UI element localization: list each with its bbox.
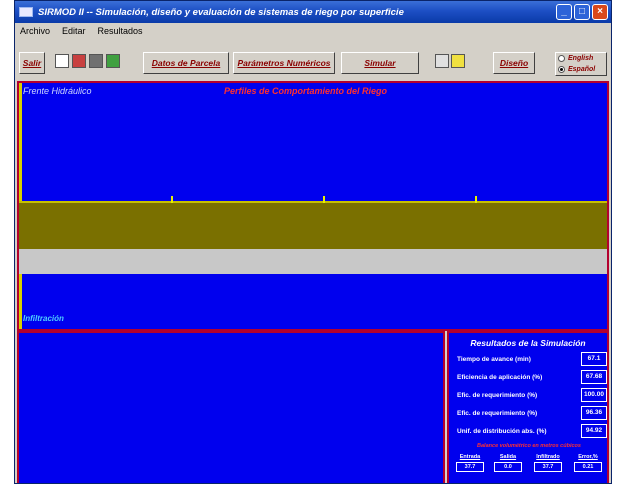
stat-value: 0.21 <box>574 462 602 472</box>
app-window: SIRMOD II -- Simulación, diseño y evalua… <box>14 0 612 484</box>
result-row: Eficiencia de aplicación (%) 67.68 <box>457 369 607 385</box>
help-icon[interactable] <box>435 54 449 68</box>
canvas-title: Perfiles de Comportamiento del Riego <box>224 86 388 96</box>
stat-value: 0.0 <box>494 462 522 472</box>
stat-label: Entrada <box>459 454 481 460</box>
stat-salida: Salida 0.0 <box>493 454 523 472</box>
lang-espanol-label: Español <box>568 66 596 73</box>
simulation-canvas: Frente Hidráulico Perfiles de Comportami… <box>17 81 609 331</box>
result-row: Efic. de requerimiento (%) 100.00 <box>457 387 607 403</box>
stat-value: 37.7 <box>456 462 484 472</box>
result-row: Tiempo de avance (min) 67.1 <box>457 351 607 367</box>
result-value: 100.00 <box>581 388 607 402</box>
result-row: Unif. de distribución abs. (%) 94.92 <box>457 423 607 439</box>
window-title: SIRMOD II -- Simulación, diseño y evalua… <box>38 6 404 18</box>
espanol-radio[interactable] <box>558 66 565 73</box>
stat-label: Infiltrado <box>536 454 560 460</box>
title-bar: SIRMOD II -- Simulación, diseño y evalua… <box>15 1 611 23</box>
result-value: 67.68 <box>581 370 607 384</box>
menu-archivo[interactable]: Archivo <box>20 26 50 36</box>
menu-editar[interactable]: Editar <box>62 26 86 36</box>
minimize-button[interactable]: _ <box>556 4 572 20</box>
result-value: 96.36 <box>581 406 607 420</box>
diseno-button[interactable]: Diseño <box>493 52 535 74</box>
stat-value: 37.7 <box>534 462 562 472</box>
lang-english-label: English <box>568 55 594 62</box>
parametros-numericos-button[interactable]: Parámetros Numéricos <box>233 52 335 74</box>
stat-label: Error,% <box>578 454 598 460</box>
soil-profile-band <box>19 203 607 249</box>
toolbar: Salir Datos de Parcela Parámetros Numéri… <box>15 49 611 79</box>
stat-label: Salida <box>499 454 517 460</box>
menu-bar: Archivo Editar Resultados <box>15 23 611 39</box>
new-file-icon[interactable] <box>55 54 69 68</box>
language-selector: English Español <box>555 52 607 76</box>
salir-button[interactable]: Salir <box>19 52 45 74</box>
results-panel: Resultados de la Simulación Tiempo de av… <box>447 331 609 483</box>
datos-parcela-button[interactable]: Datos de Parcela <box>143 52 229 74</box>
open-file-icon[interactable] <box>72 54 86 68</box>
result-label: Eficiencia de aplicación (%) <box>457 373 543 381</box>
volume-balance-title: Balance volumétrico en metros cúbicos <box>477 443 581 449</box>
lightbulb-icon[interactable] <box>451 54 465 68</box>
result-row: Efic. de requerimiento (%) 96.36 <box>457 405 607 421</box>
menu-resultados[interactable]: Resultados <box>98 26 143 36</box>
result-label: Unif. de distribución abs. (%) <box>457 427 547 435</box>
stat-entrada: Entrada 37.7 <box>455 454 485 472</box>
maximize-button[interactable]: □ <box>574 4 590 20</box>
results-title: Resultados de la Simulación <box>470 338 586 348</box>
english-radio[interactable] <box>558 55 565 62</box>
lang-english-option[interactable]: English <box>556 53 606 64</box>
window-controls: _ □ × <box>556 4 608 20</box>
infiltration-band <box>19 249 607 274</box>
stat-error: Error,% 0.21 <box>573 454 603 472</box>
lower-panel <box>17 331 445 483</box>
print-icon[interactable] <box>89 54 103 68</box>
infiltracion-label: Infiltración <box>23 314 64 323</box>
result-label: Tiempo de avance (min) <box>457 355 531 363</box>
app-icon <box>19 7 33 17</box>
simular-button[interactable]: Simular <box>341 52 419 74</box>
stat-infiltrado: Infiltrado 37.7 <box>533 454 563 472</box>
chart-icon[interactable] <box>106 54 120 68</box>
result-value: 94.92 <box>581 424 607 438</box>
result-value: 67.1 <box>581 352 607 366</box>
result-label: Efic. de requerimiento (%) <box>457 409 538 417</box>
result-label: Efic. de requerimiento (%) <box>457 391 538 399</box>
close-button[interactable]: × <box>592 4 608 20</box>
lang-espanol-option[interactable]: Español <box>556 64 606 75</box>
frente-hidraulico-label: Frente Hidráulico <box>23 86 92 96</box>
